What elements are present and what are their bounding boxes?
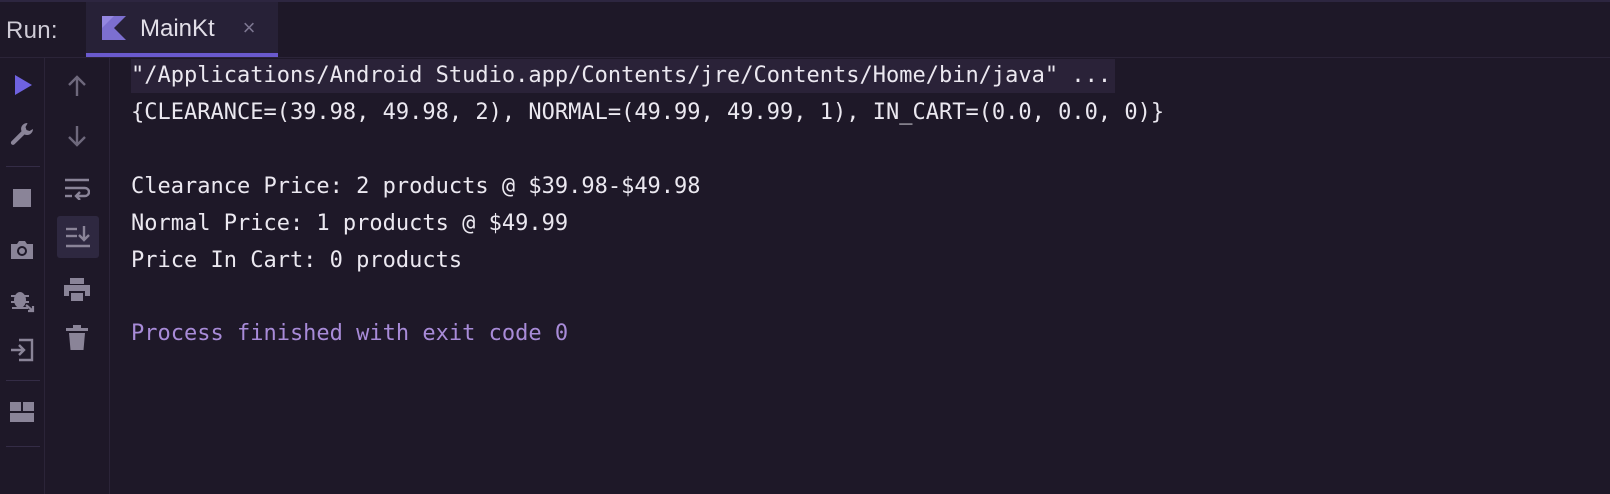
run-actions-toolbar [0, 58, 45, 494]
scroll-to-end-button[interactable] [57, 216, 99, 258]
console-line: {CLEARANCE=(39.98, 49.98, 2), NORMAL=(49… [131, 100, 1165, 125]
tab-mainkt[interactable]: MainKt × [86, 2, 278, 57]
print-button[interactable] [59, 272, 95, 308]
kotlin-icon [102, 16, 126, 40]
console-line: Clearance Price: 2 products @ $39.98-$49… [131, 174, 701, 199]
soft-wrap-button[interactable] [59, 170, 95, 206]
rerun-button[interactable] [4, 67, 40, 103]
thread-dump-button[interactable] [4, 232, 40, 268]
run-icon [15, 75, 32, 95]
wrench-icon [10, 123, 34, 145]
run-label: Run: [6, 17, 58, 44]
toolbar-separator [6, 166, 40, 167]
console-line-exit: Process finished with exit code 0 [131, 321, 569, 346]
run-tool-window: Run: MainKt × "/Applications/Android Stu… [0, 0, 1610, 494]
previous-occurrence-button[interactable] [59, 68, 95, 104]
stop-button[interactable] [4, 180, 40, 216]
run-header: Run: MainKt × [0, 2, 1610, 58]
exit-icon [11, 338, 34, 362]
soft-wrap-icon [65, 178, 90, 200]
console-output[interactable]: "/Applications/Android Studio.app/Conten… [110, 58, 1600, 488]
down-arrow-icon [68, 126, 86, 147]
debug-icon [11, 292, 35, 313]
trash-icon [66, 325, 88, 350]
stop-icon [13, 189, 31, 207]
close-icon[interactable]: × [238, 17, 260, 39]
clear-all-button[interactable] [59, 320, 95, 356]
console-line: Price In Cart: 0 products [131, 248, 463, 273]
console-line-command: "/Applications/Android Studio.app/Conten… [131, 59, 1116, 93]
next-occurrence-button[interactable] [59, 118, 95, 154]
restore-layout-button[interactable] [4, 394, 40, 430]
exit-button[interactable] [4, 332, 40, 368]
print-icon [64, 278, 90, 303]
tab-active-indicator [86, 53, 278, 57]
tab-label: MainKt [140, 15, 215, 42]
scroll-to-end-icon [66, 226, 90, 248]
up-arrow-icon [68, 75, 86, 96]
edit-configuration-button[interactable] [4, 116, 40, 152]
toolbar-separator [6, 446, 40, 447]
attach-debugger-button[interactable] [4, 282, 40, 318]
console-line: Normal Price: 1 products @ $49.99 [131, 211, 569, 236]
layout-icon [10, 402, 34, 422]
toolbar-separator [6, 380, 40, 381]
console-actions-toolbar [45, 58, 110, 494]
camera-icon [11, 241, 33, 259]
